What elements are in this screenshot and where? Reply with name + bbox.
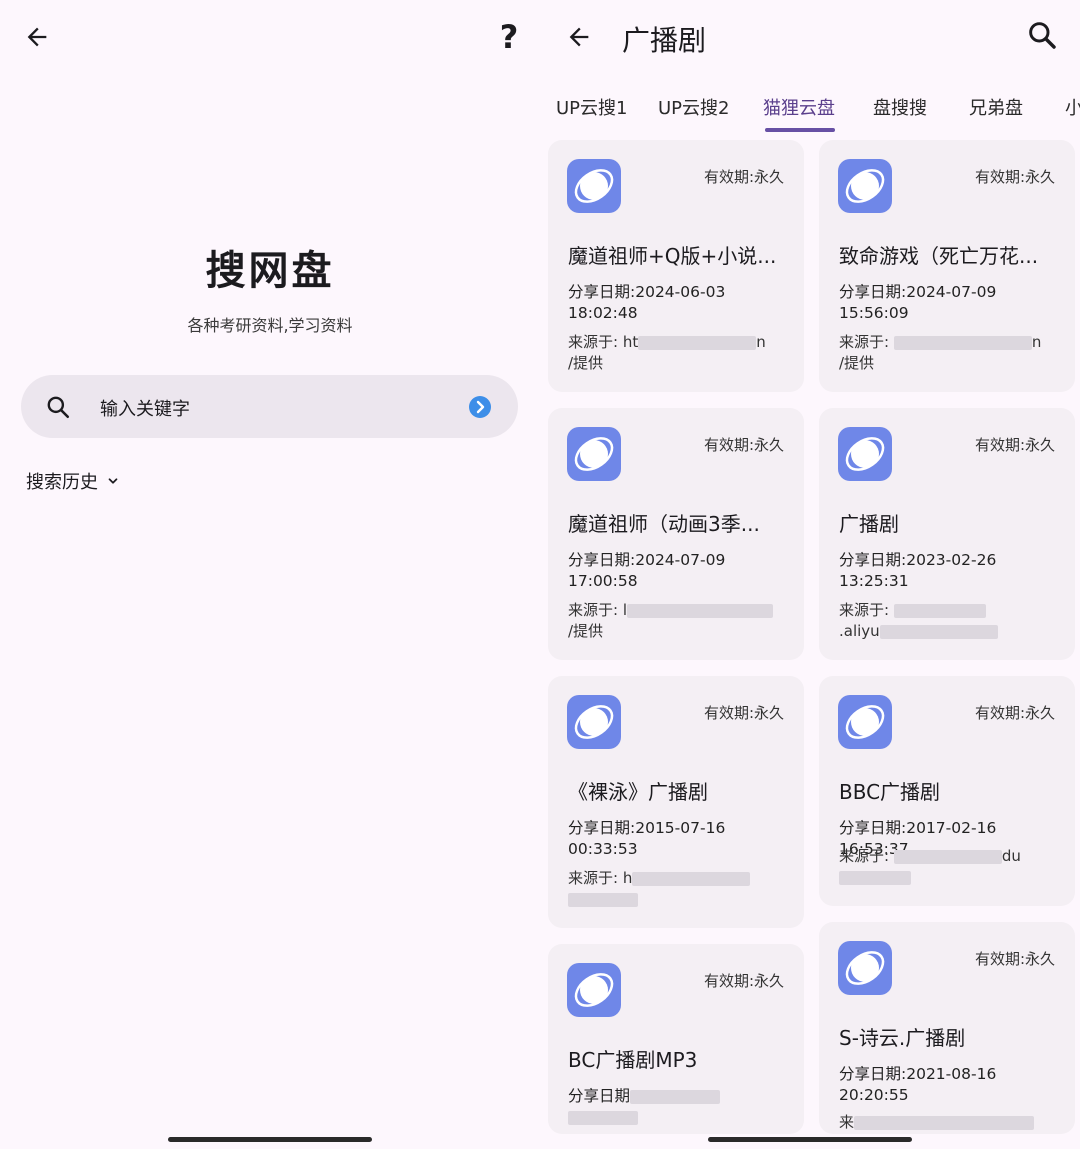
active-tab-indicator xyxy=(765,128,835,132)
help-icon: ? xyxy=(499,18,519,56)
result-title: BC广播剧MP3 xyxy=(568,1048,698,1072)
share-date: 分享日期 xyxy=(568,1086,794,1128)
result-card[interactable]: 有效期:永久 S-诗云.广播剧 分享日期:2021-08-16 20:20:55 … xyxy=(819,922,1075,1134)
tab-more[interactable]: 小 xyxy=(1065,94,1080,120)
source-info: 来源于: ht n/提供 xyxy=(568,333,766,372)
source-info: 来源于: n/提供 xyxy=(839,333,1042,372)
planet-logo-icon xyxy=(567,159,621,213)
chevron-down-icon xyxy=(108,478,118,484)
back-button[interactable] xyxy=(562,20,596,54)
validity-label: 有效期:永久 xyxy=(974,168,1055,186)
validity-label: 有效期:永久 xyxy=(703,168,784,186)
source-tabs: UP云搜1 UP云搜2 猫狸云盘 盘搜搜 兄弟盘 小 xyxy=(540,92,1080,132)
search-results-screen: 广播剧 UP云搜1 UP云搜2 猫狸云盘 盘搜搜 兄弟盘 小 有效期:永久 魔道… xyxy=(540,0,1080,1149)
source-info: 来源于: l/提供 xyxy=(568,600,773,642)
home-indicator[interactable] xyxy=(168,1137,372,1142)
result-title: 《裸泳》广播剧 xyxy=(568,780,708,804)
validity-label: 有效期:永久 xyxy=(703,972,784,990)
result-card[interactable]: 有效期:永久 BBC广播剧 分享日期:2017-02-16 16:53:37 来… xyxy=(819,676,1075,906)
search-history-toggle[interactable]: 搜索历史 xyxy=(26,468,120,494)
planet-logo-icon xyxy=(838,427,892,481)
search-icon xyxy=(45,394,71,424)
tab-up-cloud-1[interactable]: UP云搜1 xyxy=(556,94,627,120)
search-go-button[interactable] xyxy=(468,395,492,423)
back-arrow-icon xyxy=(27,27,47,47)
redacted-text xyxy=(839,870,911,885)
redacted-text xyxy=(638,335,757,350)
source-info: 来 xyxy=(839,1112,1035,1133)
tab-maoli-cloud[interactable]: 猫狸云盘 xyxy=(763,94,835,120)
search-icon xyxy=(1029,22,1056,49)
validity-label: 有效期:永久 xyxy=(703,704,784,722)
result-title: 魔道祖师+Q版+小说... xyxy=(568,244,777,268)
result-title: 广播剧 xyxy=(839,512,899,536)
help-button[interactable]: ? xyxy=(494,18,524,56)
source-info: 来源于: du xyxy=(839,846,1021,888)
search-button[interactable] xyxy=(1024,17,1060,53)
validity-label: 有效期:永久 xyxy=(974,436,1055,454)
result-card[interactable]: 有效期:永久 广播剧 分享日期:2023-02-26 13:25:31 来源于: … xyxy=(819,408,1075,660)
result-title: S-诗云.广播剧 xyxy=(839,1026,966,1050)
result-card[interactable]: 有效期:永久 致命游戏（死亡万花... 分享日期:2024-07-09 15:56… xyxy=(819,140,1075,392)
share-date: 分享日期:2015-07-16 00:33:53 xyxy=(568,819,726,858)
source-info: 来源于: h xyxy=(568,868,751,910)
result-card[interactable]: 有效期:永久 魔道祖师（动画3季... 分享日期:2024-07-09 17:00… xyxy=(548,408,804,660)
planet-logo-icon xyxy=(838,695,892,749)
planet-logo-icon xyxy=(567,427,621,481)
planet-logo-icon xyxy=(838,941,892,995)
validity-label: 有效期:永久 xyxy=(703,436,784,454)
planet-logo-icon xyxy=(567,963,621,1017)
redacted-text xyxy=(568,1110,638,1125)
chevron-right-circle-icon xyxy=(469,396,491,418)
result-title: 致命游戏（死亡万花... xyxy=(839,244,1039,268)
share-date: 分享日期:2021-08-16 20:20:55 xyxy=(839,1065,997,1104)
page-title: 广播剧 xyxy=(622,24,707,57)
redacted-text xyxy=(879,624,998,639)
redacted-text xyxy=(568,892,638,907)
app-title: 搜网盘 xyxy=(205,248,335,294)
validity-label: 有效期:永久 xyxy=(974,950,1055,968)
search-input[interactable]: 输入关键字 xyxy=(100,395,190,421)
search-bar[interactable]: 输入关键字 xyxy=(21,375,518,438)
redacted-text xyxy=(893,849,1002,864)
result-title: BBC广播剧 xyxy=(839,780,941,804)
share-date: 分享日期:2024-07-09 15:56:09 xyxy=(839,283,997,322)
result-title: 魔道祖师（动画3季... xyxy=(568,512,760,536)
redacted-text xyxy=(893,603,986,618)
search-home-screen: ? 搜网盘 各种考研资料,学习资料 输入关键字 搜索历史 xyxy=(0,0,540,1149)
tab-xiongdi-pan[interactable]: 兄弟盘 xyxy=(969,94,1023,120)
back-arrow-icon xyxy=(569,27,589,47)
redacted-text xyxy=(854,1115,1035,1130)
back-button[interactable] xyxy=(20,20,54,54)
share-date: 分享日期:2023-02-26 13:25:31 xyxy=(839,551,997,590)
redacted-text xyxy=(627,603,773,618)
tab-pan-sou-sou[interactable]: 盘搜搜 xyxy=(873,94,927,120)
share-date: 分享日期:2024-07-09 17:00:58 xyxy=(568,551,726,590)
redacted-text xyxy=(632,871,751,886)
result-card[interactable]: 有效期:永久 魔道祖师+Q版+小说... 分享日期:2024-06-03 18:0… xyxy=(548,140,804,392)
share-date: 分享日期:2024-06-03 18:02:48 xyxy=(568,283,726,322)
result-card[interactable]: 有效期:永久 《裸泳》广播剧 分享日期:2015-07-16 00:33:53 来… xyxy=(548,676,804,928)
redacted-text xyxy=(630,1089,721,1104)
validity-label: 有效期:永久 xyxy=(974,704,1055,722)
redacted-text xyxy=(893,335,1032,350)
result-card[interactable]: 有效期:永久 BC广播剧MP3 分享日期 xyxy=(548,944,804,1134)
home-indicator[interactable] xyxy=(708,1137,912,1142)
planet-logo-icon xyxy=(567,695,621,749)
app-subtitle: 各种考研资料,学习资料 xyxy=(187,316,353,335)
search-history-label: 搜索历史 xyxy=(26,472,98,493)
planet-logo-icon xyxy=(838,159,892,213)
tab-up-cloud-2[interactable]: UP云搜2 xyxy=(658,94,729,120)
source-info: 来源于: .aliyu xyxy=(839,600,998,642)
